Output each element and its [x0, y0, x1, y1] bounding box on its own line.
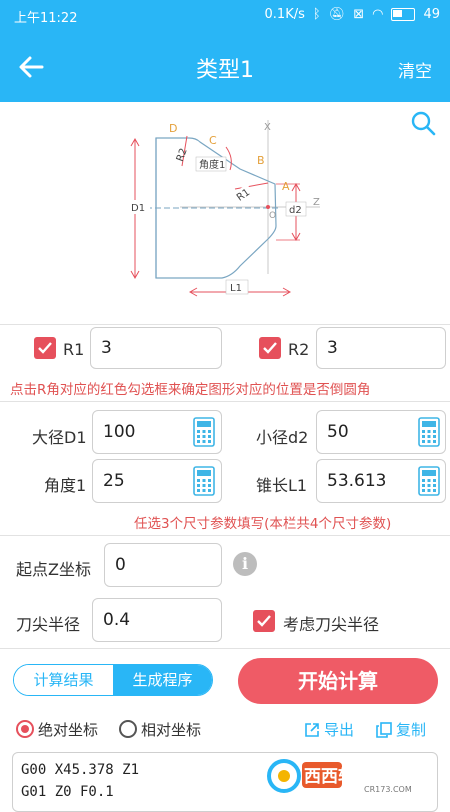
watermark-subtext: CR173.COM [364, 785, 412, 794]
app-bar: 类型1 清空 [0, 30, 450, 102]
taper-diagram: X Z D1 d2 L1 R1 R2 角度1 D C B A O [0, 102, 450, 322]
divider [0, 401, 450, 402]
watermark-text: 西西软件园 [304, 766, 389, 787]
params-note: 任选3个尺寸参数填写(本栏共4个尺寸参数) [134, 516, 392, 532]
point-d-label: D [169, 122, 177, 135]
copy-label: 复制 [396, 721, 427, 739]
point-b-label: B [257, 154, 265, 167]
start-z-input[interactable]: 0 [104, 543, 222, 587]
dim-r2-label: R2 [175, 147, 190, 163]
angle-label: 角度1 [44, 476, 87, 495]
result-tabs: 计算结果 生成程序 [13, 664, 213, 696]
mute-icon: 🔕︎ [328, 7, 346, 22]
r2-label: R2 [288, 340, 310, 359]
calculator-icon[interactable] [193, 417, 215, 447]
consider-tip-checkbox[interactable] [253, 610, 275, 632]
start-calculation-button[interactable]: 开始计算 [238, 658, 438, 704]
relative-coord-radio[interactable] [119, 720, 137, 738]
calculator-icon[interactable] [193, 466, 215, 496]
point-c-label: C [209, 134, 217, 147]
battery-icon [391, 8, 416, 21]
taper-length-label: 锥长L1 [256, 476, 308, 495]
tab-result[interactable]: 计算结果 [14, 665, 113, 695]
radius-note: 点击R角对应的红色勾选框来确定图形对应的位置是否倒圆角 [10, 382, 371, 398]
network-speed: 0.1K/s [264, 7, 305, 22]
absolute-coord-label: 绝对坐标 [38, 721, 99, 739]
status-time: 上午11:22 [14, 11, 78, 26]
divider [0, 535, 450, 536]
status-bar: 上午11:22 0.1K/s ᛒ 🔕︎ ⊠ ◠ 49 [0, 0, 450, 30]
axis-z-label: Z [313, 197, 320, 208]
bluetooth-icon: ᛒ [312, 7, 321, 22]
r2-checkbox[interactable] [259, 337, 281, 359]
search-icon[interactable] [410, 110, 436, 136]
point-o-label: O [269, 211, 276, 221]
tip-radius-input[interactable]: 0.4 [92, 598, 222, 642]
large-diameter-label: 大径D1 [32, 428, 87, 447]
absolute-coord-radio[interactable] [16, 720, 34, 738]
tip-radius-label: 刀尖半径 [16, 615, 81, 634]
consider-tip-label: 考虑刀尖半径 [283, 615, 380, 634]
r1-label: R1 [63, 340, 85, 359]
r1-input[interactable]: 3 [90, 327, 222, 369]
r1-checkbox[interactable] [34, 337, 56, 359]
export-button[interactable]: 导出 [304, 719, 354, 740]
small-diameter-label: 小径d2 [256, 428, 309, 447]
calculator-icon[interactable] [418, 417, 440, 447]
info-icon[interactable]: i [233, 552, 257, 576]
copy-button[interactable]: 复制 [376, 719, 426, 740]
calculator-icon[interactable] [418, 466, 440, 496]
copy-icon [376, 721, 392, 738]
site-watermark-logo: 西西软件园 CR173.COM [267, 759, 412, 794]
r2-input[interactable]: 3 [316, 327, 446, 369]
status-icons: 0.1K/s ᛒ 🔕︎ ⊠ ◠ 49 [265, 7, 440, 22]
page-title: 类型1 [196, 58, 254, 83]
start-z-label: 起点Z坐标 [16, 560, 91, 579]
sim-icon: ⊠ [353, 7, 365, 22]
wifi-icon: ◠ [372, 7, 384, 22]
dim-l1-label: L1 [230, 283, 242, 294]
relative-coord-label: 相对坐标 [141, 721, 202, 739]
battery-level: 49 [423, 7, 440, 22]
divider [0, 648, 450, 649]
axis-x-label: X [264, 122, 271, 133]
export-icon [305, 722, 319, 737]
dim-d2-label: d2 [289, 205, 302, 216]
export-label: 导出 [324, 721, 355, 739]
dim-d1-label: D1 [131, 203, 145, 214]
point-a-label: A [282, 180, 290, 193]
dim-angle-label: 角度1 [199, 158, 225, 171]
tab-program[interactable]: 生成程序 [113, 665, 212, 695]
clear-button[interactable]: 清空 [398, 57, 432, 82]
divider [0, 324, 450, 325]
